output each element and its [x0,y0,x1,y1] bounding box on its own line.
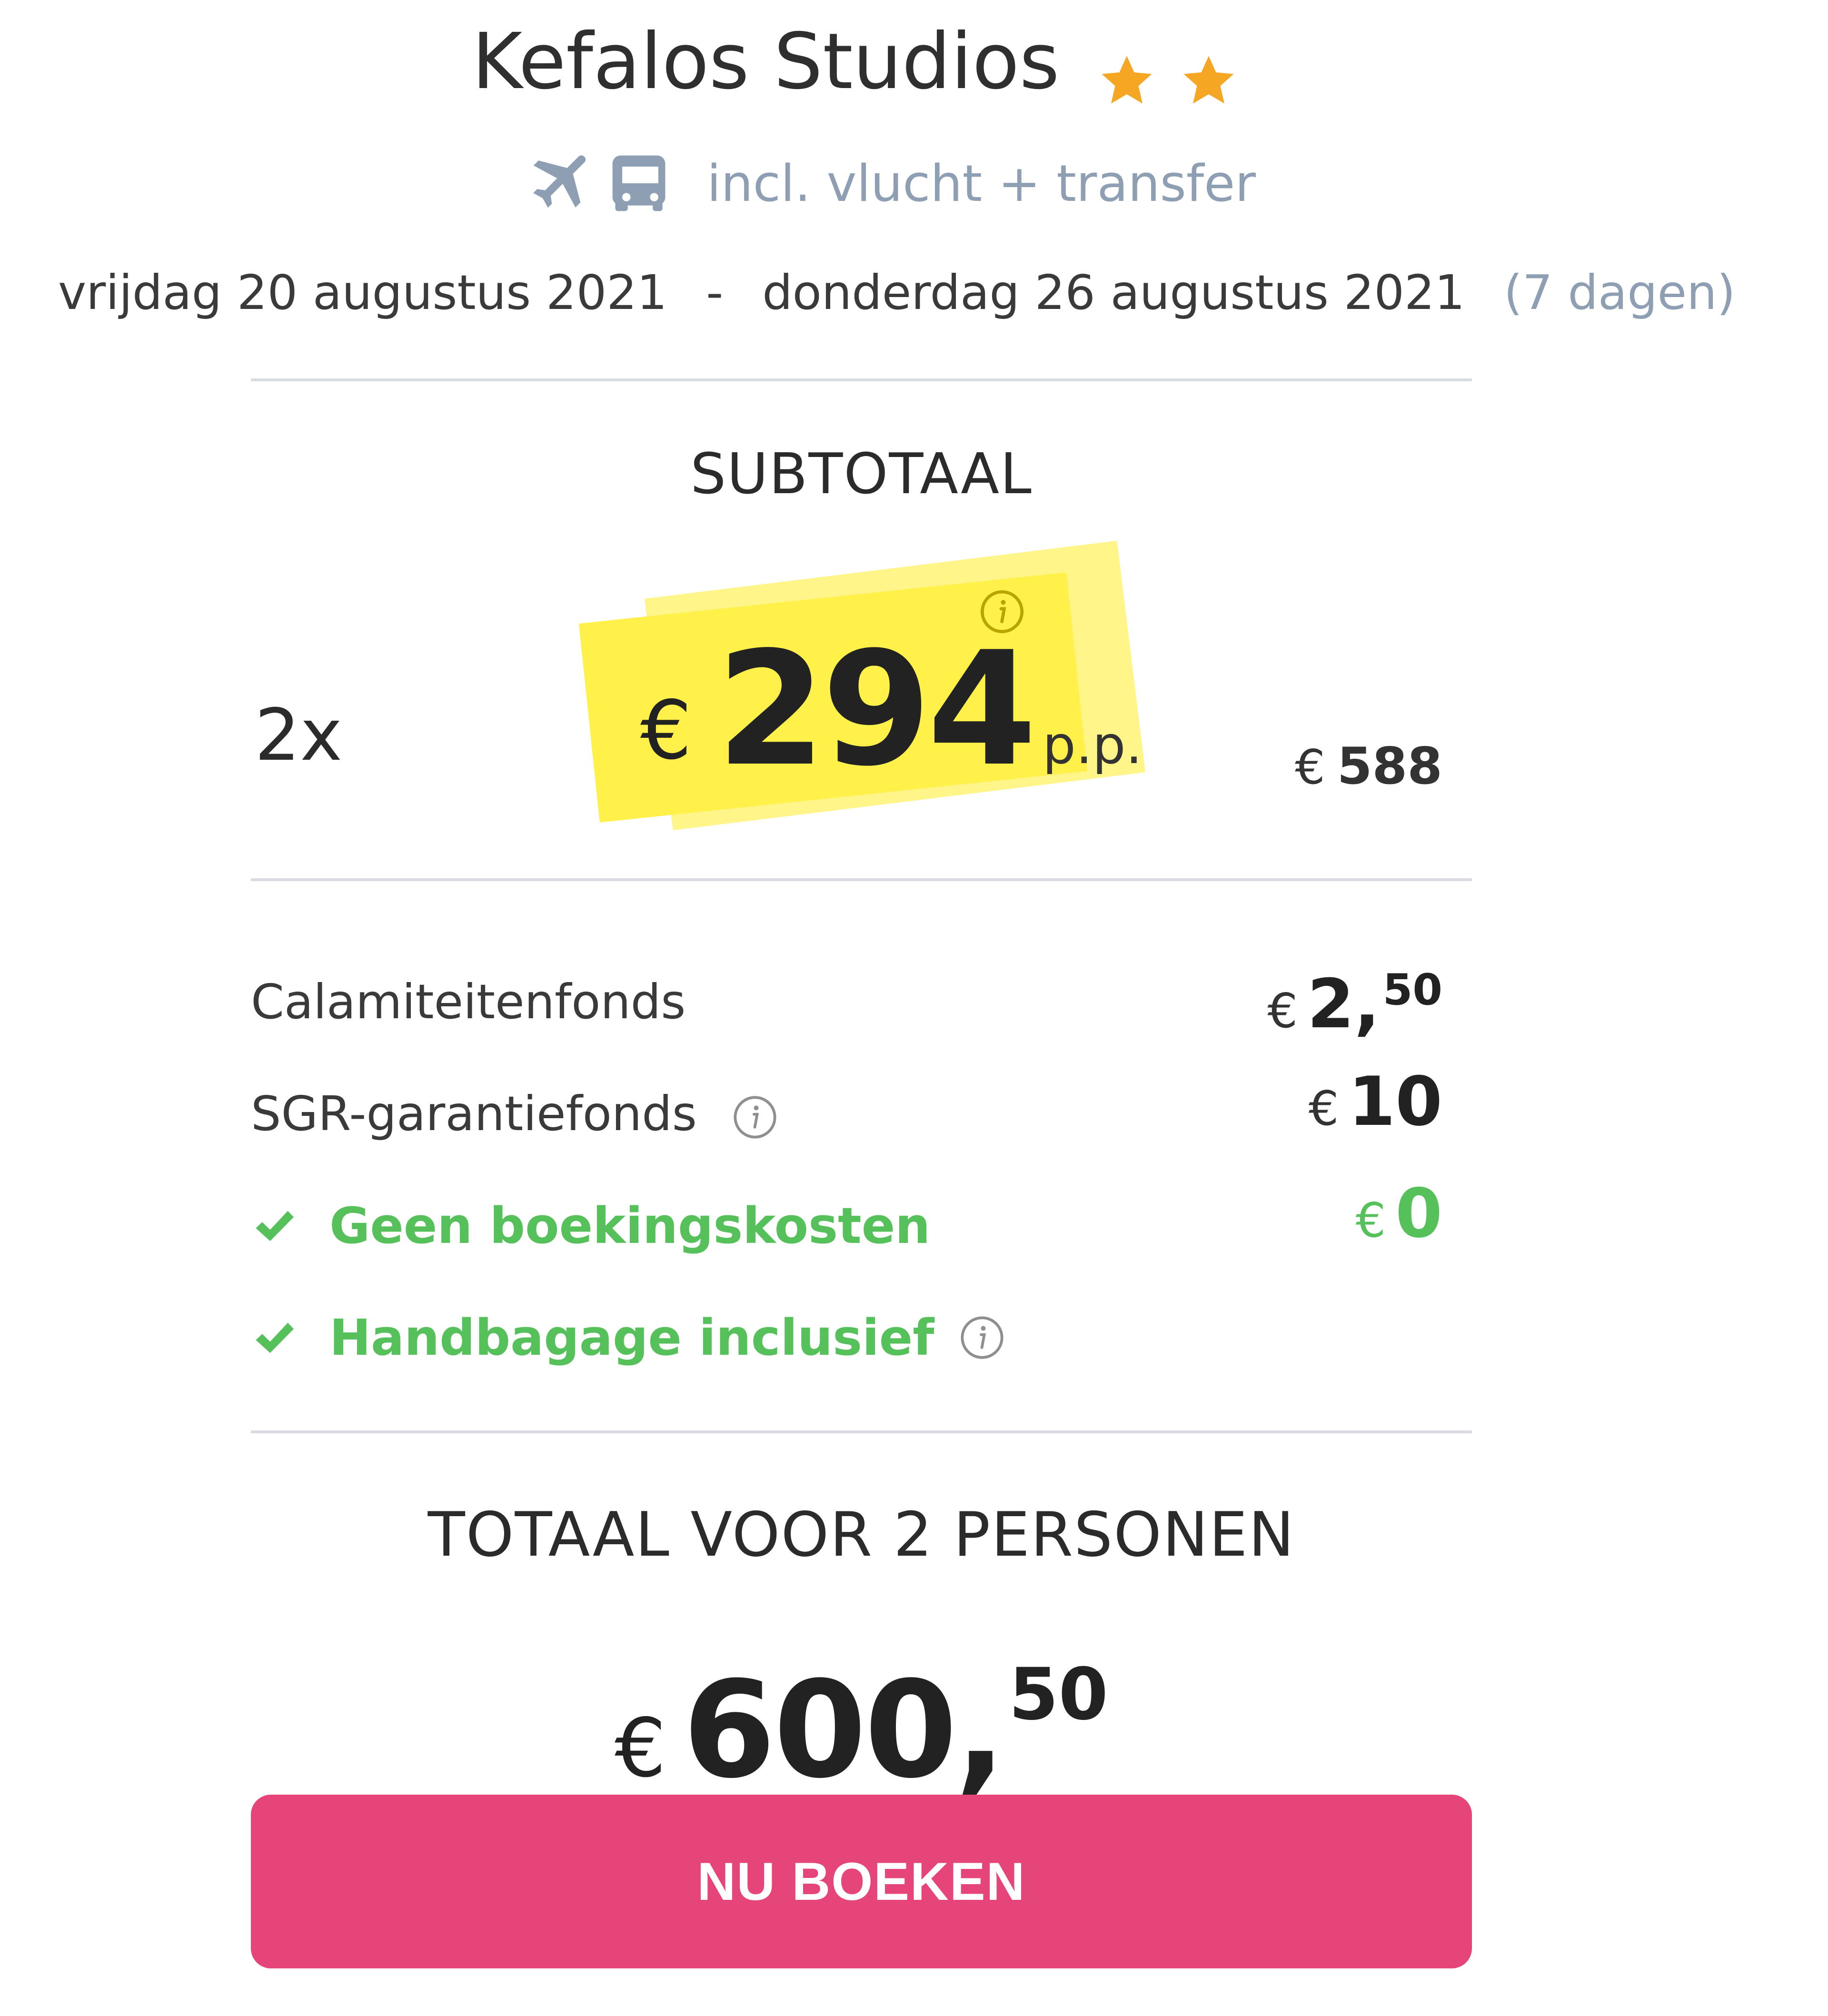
travel-dates: vrijdag 20 augustus 2021 - donderdag 26 … [58,264,1736,321]
fee-currency: € [1355,1192,1386,1248]
end-date: donderdag 26 augustus 2021 [762,265,1465,320]
price-currency: € [640,684,692,778]
perk-row: Handbagage inclusief [251,1307,1006,1369]
includes-text: incl. vlucht + transfer [707,154,1256,213]
hotel-title: Kefalos Studios [0,19,1709,105]
trip-duration: (7 dagen) [1504,265,1736,320]
fee-integer: 0 [1395,1174,1442,1253]
subtotal-sum: €588 [1262,733,1442,814]
divider [251,1430,1472,1433]
fee-label: SGR-garantiefonds [251,1085,779,1142]
fee-currency: € [1267,983,1298,1039]
info-icon[interactable] [958,1314,1006,1361]
perk-label: Geen boekingskosten [329,1197,931,1255]
check-icon [251,1314,298,1361]
divider [251,878,1472,881]
hotel-name: Kefalos Studios [472,17,1060,107]
info-icon[interactable] [978,588,1026,636]
info-icon[interactable] [731,1093,779,1141]
sum-currency: € [1295,739,1325,795]
fee-label: Calamiteitenfonds [251,973,686,1031]
fee-integer: 2, [1307,965,1380,1043]
price-per-person: 294 [716,618,1037,801]
total-integer: 600, [683,1653,1006,1808]
fee-currency: € [1308,1081,1339,1136]
date-separator: - [706,265,724,320]
total-cents: 50 [1009,1653,1108,1736]
includes-row: incl. vlucht + transfer [526,148,1256,219]
start-date: vrijdag 20 augustus 2021 [58,265,667,320]
perk-label: Handbagage inclusief [329,1309,934,1367]
fee-integer: 10 [1348,1063,1442,1141]
check-icon [251,1202,298,1250]
total-currency: € [615,1701,666,1796]
star-rating [1098,19,1237,105]
star-icon [1180,19,1237,105]
book-now-button[interactable]: NU BOEKEN [251,1795,1472,1968]
star-icon [1098,19,1155,105]
price-unit: p.p. [1043,715,1142,775]
perk-row: Geen boekingskosten [251,1195,930,1257]
plane-icon [526,150,593,217]
fee-amount: €2,50 [1267,954,1442,1061]
sum-value: 588 [1337,737,1442,795]
subtotal-heading: SUBTOTAAL [690,441,1033,506]
fee-amount: €10 [1309,1066,1442,1158]
fee-cents: 50 [1382,965,1442,1015]
fee-label-text: Calamiteitenfonds [251,974,686,1030]
bus-icon [607,150,674,217]
traveler-quantity: 2x [255,694,343,777]
divider [251,378,1472,381]
fee-label-text: SGR-garantiefonds [251,1086,697,1142]
total-heading: TOTAAL VOOR 2 PERSONEN [427,1500,1295,1570]
fee-amount: €0 [1356,1178,1442,1270]
